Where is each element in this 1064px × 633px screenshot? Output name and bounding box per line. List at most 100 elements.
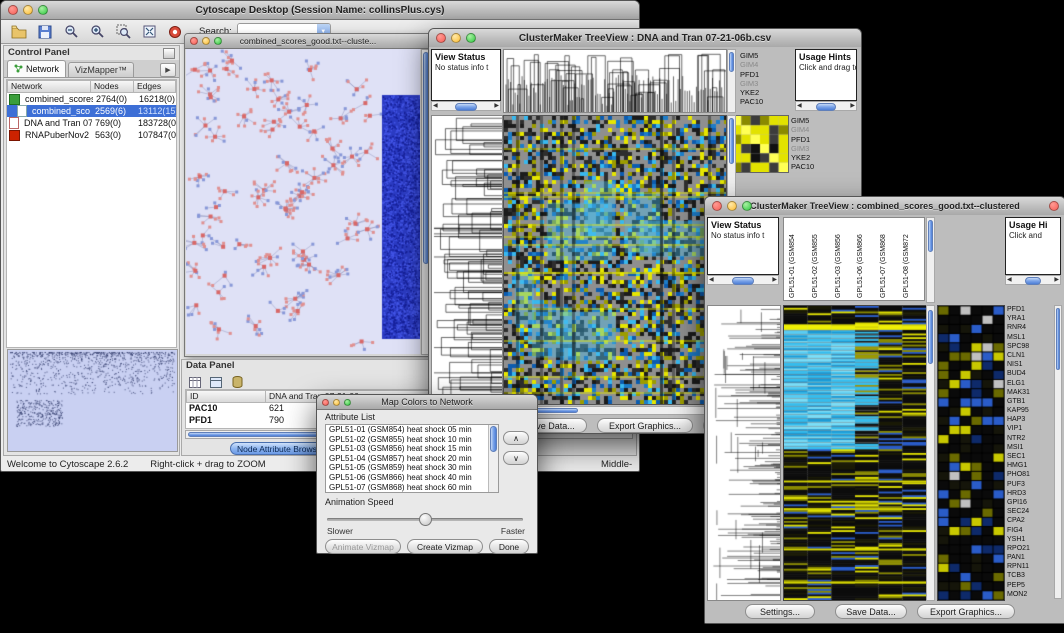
close-icon[interactable]	[712, 201, 722, 211]
correlation-matrix-canvas[interactable]	[731, 115, 789, 173]
gene-label[interactable]: GPI16	[1007, 498, 1053, 507]
gene-label[interactable]: HMG1	[1007, 461, 1053, 470]
column-labels-vscrollbar[interactable]	[926, 217, 935, 303]
close-icon[interactable]	[322, 399, 329, 406]
save-data-button[interactable]: Save Data...	[835, 604, 907, 619]
close-icon[interactable]	[8, 5, 18, 15]
column-label[interactable]: GPL51-08 (GSM872	[901, 218, 924, 298]
tab-network[interactable]: Network	[7, 60, 66, 77]
view-status-hscrollbar[interactable]: ◀▶	[431, 101, 501, 111]
gene-label[interactable]: HRD3	[1007, 489, 1053, 498]
gene-label[interactable]: PHO81	[1007, 470, 1053, 479]
gene-label[interactable]: SPC98	[1007, 342, 1053, 351]
gene-label[interactable]: BUD4	[1007, 369, 1053, 378]
minimize-icon[interactable]	[23, 5, 33, 15]
gene-label[interactable]: FIG4	[1007, 526, 1053, 535]
column-label[interactable]: GPL51-03 (GSM856	[833, 218, 856, 298]
gene-label[interactable]: GTB1	[1007, 397, 1053, 406]
tab-vizmapper[interactable]: VizMapper™	[68, 62, 134, 77]
zoom-selected-icon[interactable]	[111, 21, 135, 43]
column-label[interactable]: GPL51-02 (GSM855	[810, 218, 833, 298]
gene-label[interactable]: MSL1	[1007, 333, 1053, 342]
slider-thumb[interactable]	[419, 513, 432, 526]
col-header-nodes[interactable]: Nodes	[91, 80, 134, 93]
animate-vizmap-button[interactable]: Animate Vizmap	[325, 539, 401, 554]
gene-label[interactable]: MSI1	[1007, 443, 1053, 452]
zoom-out-icon[interactable]	[59, 21, 83, 43]
attribute-item[interactable]: GPL51-07 (GSM868) heat shock 60 min	[327, 483, 488, 493]
zoom-window-icon[interactable]	[214, 37, 222, 45]
minimize-icon[interactable]	[202, 37, 210, 45]
zoom-heatmap-canvas[interactable]	[937, 305, 1005, 601]
export-graphics-button[interactable]: Export Graphics...	[917, 604, 1015, 619]
minimize-icon[interactable]	[451, 33, 461, 43]
database-icon[interactable]	[228, 374, 246, 390]
gene-label[interactable]: GIM5	[740, 51, 782, 60]
gene-label[interactable]: GIM5	[791, 116, 851, 125]
global-heatmap-canvas[interactable]	[783, 305, 927, 601]
gene-list-vscrollbar[interactable]	[1054, 305, 1062, 599]
done-button[interactable]: Done	[489, 539, 529, 554]
column-dendrogram-canvas[interactable]	[503, 49, 727, 113]
open-session-icon[interactable]	[7, 21, 31, 43]
zoom-in-icon[interactable]	[85, 21, 109, 43]
gene-label[interactable]: YRA1	[1007, 314, 1053, 323]
animation-speed-slider[interactable]	[327, 513, 523, 525]
treeview1-titlebar[interactable]: ClusterMaker TreeView : DNA and Tran 07-…	[429, 29, 861, 48]
attribute-table-icon[interactable]	[186, 374, 204, 390]
attribute-list-vscrollbar[interactable]	[488, 425, 498, 492]
attribute-item[interactable]: GPL51-05 (GSM859) heat shock 30 min	[327, 463, 488, 473]
gene-label[interactable]: TCB3	[1007, 571, 1053, 580]
gene-label[interactable]: CPA2	[1007, 516, 1053, 525]
create-vizmap-button[interactable]: Create Vizmap	[407, 539, 483, 554]
usage-hints-hscrollbar[interactable]: ◀▶	[795, 101, 857, 111]
gene-label[interactable]: RPN11	[1007, 562, 1053, 571]
dialog-titlebar[interactable]: Map Colors to Network	[317, 395, 537, 410]
main-titlebar[interactable]: Cytoscape Desktop (Session Name: collins…	[1, 1, 639, 20]
heatmap-canvas[interactable]	[503, 115, 727, 405]
gene-label[interactable]: PFD1	[740, 70, 782, 79]
gene-label[interactable]: YKE2	[791, 153, 851, 162]
gene-label[interactable]: YKE2	[740, 88, 782, 97]
zoom-window-icon[interactable]	[344, 399, 351, 406]
col-header-network[interactable]: Network	[7, 80, 91, 93]
gene-label[interactable]: RPO21	[1007, 544, 1053, 553]
gene-label[interactable]: PAC10	[791, 162, 851, 171]
minimize-icon[interactable]	[333, 399, 340, 406]
gene-label[interactable]: PEP5	[1007, 581, 1053, 590]
gene-label[interactable]: HAP3	[1007, 415, 1053, 424]
treeview2-titlebar[interactable]: ClusterMaker TreeView : combined_scores_…	[705, 197, 1064, 216]
zoom-window-icon[interactable]	[742, 201, 752, 211]
col-header-edges[interactable]: Edges	[134, 80, 176, 93]
gene-label[interactable]: PFD1	[791, 135, 851, 144]
gene-label[interactable]: GIM3	[791, 144, 851, 153]
usage-hints-hscrollbar[interactable]: ◀▶	[1005, 275, 1061, 285]
zoom-window-icon[interactable]	[38, 5, 48, 15]
gene-label[interactable]: GIM4	[791, 125, 851, 134]
attribute-item[interactable]: GPL51-04 (GSM857) heat shock 20 min	[327, 454, 488, 464]
gene-label[interactable]: VIP1	[1007, 424, 1053, 433]
attribute-item[interactable]: GPL51-06 (GSM866) heat shock 40 min	[327, 473, 488, 483]
attribute-listbox[interactable]: GPL51-01 (GSM854) heat shock 05 minGPL51…	[325, 424, 499, 493]
tab-overflow-button[interactable]: ▶	[160, 63, 176, 77]
attribute-item[interactable]: GPL51-01 (GSM854) heat shock 05 min	[327, 425, 488, 435]
move-up-button[interactable]: ∧	[503, 431, 529, 445]
zoom-window-icon[interactable]	[466, 33, 476, 43]
row-dendrogram-canvas[interactable]	[707, 305, 781, 601]
attribute-item[interactable]: GPL51-02 (GSM855) heat shock 10 min	[327, 435, 488, 445]
save-session-icon[interactable]	[33, 21, 57, 43]
dendrogram-vscrollbar[interactable]	[727, 49, 736, 113]
column-label[interactable]: GPL51-01 (GSM854	[787, 218, 810, 298]
gene-label[interactable]: GIM3	[740, 79, 782, 88]
float-panel-icon[interactable]	[163, 48, 175, 59]
row-dendrogram-canvas[interactable]	[431, 115, 503, 405]
settings-button[interactable]: Settings...	[745, 604, 815, 619]
column-label[interactable]: GPL51-06 (GSM866	[855, 218, 878, 298]
gene-label[interactable]: MAK31	[1007, 388, 1053, 397]
column-label[interactable]: GPL51-07 (GSM868	[878, 218, 901, 298]
network-row[interactable]: DNA and Tran 07 769(0) 183728(0)	[7, 117, 176, 129]
network-row-selected[interactable]: combined_sco 2569(6) 13112(15)	[7, 105, 176, 117]
close-alt-icon[interactable]	[1049, 201, 1059, 211]
gene-label[interactable]: PUF3	[1007, 480, 1053, 489]
gene-label[interactable]: YSH1	[1007, 535, 1053, 544]
